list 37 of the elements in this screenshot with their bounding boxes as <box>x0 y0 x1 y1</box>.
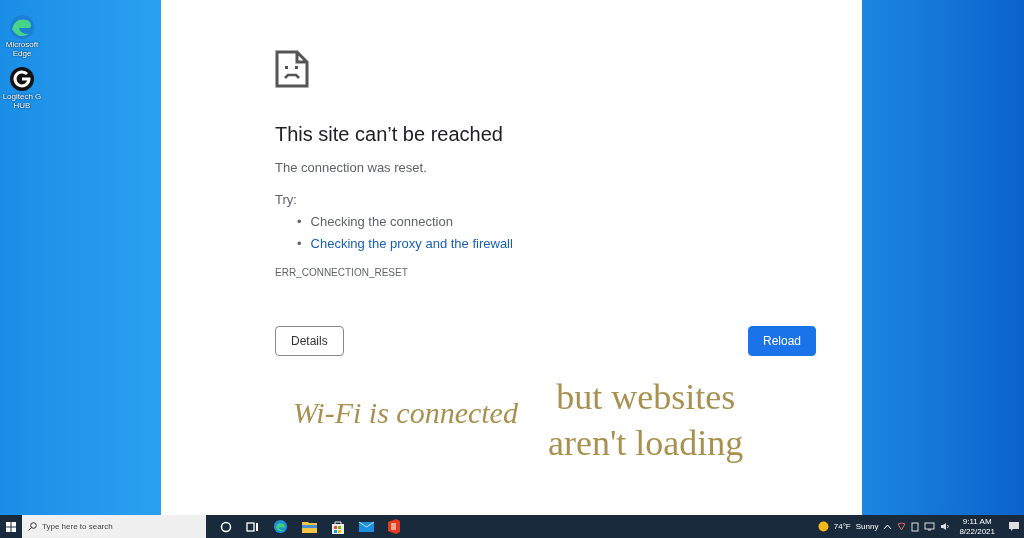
details-button[interactable]: Details <box>275 326 344 356</box>
browser-icon[interactable] <box>273 519 288 534</box>
sad-page-icon <box>275 50 309 88</box>
speaker-icon[interactable] <box>940 522 951 531</box>
shortcut-label: Microsoft Edge <box>4 40 40 58</box>
bullet: • <box>297 235 302 253</box>
chevron-up-icon[interactable] <box>883 523 893 530</box>
temperature-text: 74°F <box>833 522 851 531</box>
shortcut-label: Logitech G HUB <box>1 92 43 110</box>
error-heading: This site can’t be reached <box>275 122 504 147</box>
error-message: The connection was reset. <box>275 160 428 175</box>
suggestion-text: Checking the connection <box>310 213 453 231</box>
suggestion-link[interactable]: Checking the proxy and the firewall <box>310 233 513 255</box>
folder-icon[interactable] <box>302 520 317 533</box>
clock-time: 9:11 AM <box>962 516 992 527</box>
clock-date: 8/22/2021 <box>959 526 995 537</box>
caption-line: but websites <box>555 376 737 419</box>
envelope-icon[interactable] <box>359 520 374 533</box>
sun-icon[interactable] <box>817 521 829 532</box>
bullet: • <box>297 213 302 231</box>
monitor-icon[interactable] <box>924 522 936 531</box>
office-icon[interactable] <box>388 519 400 534</box>
circle-icon[interactable] <box>220 520 232 533</box>
search-field[interactable]: Type here to search <box>22 515 206 538</box>
shopping-bag-icon[interactable] <box>331 519 345 534</box>
try-label: Try: <box>275 192 298 207</box>
g-logo-shortcut-icon[interactable] <box>9 66 35 92</box>
caption-line: aren't loading <box>547 422 744 465</box>
reload-button[interactable]: Reload <box>747 326 816 356</box>
windows-start-icon[interactable] <box>6 521 16 532</box>
notification-icon[interactable] <box>1008 521 1020 532</box>
search-icon <box>28 522 37 531</box>
device-icon[interactable] <box>911 521 920 532</box>
error-code: ERR_CONNECTION_RESET <box>275 267 409 278</box>
caption-text: Wi-Fi is connected <box>293 396 518 430</box>
task-view-icon[interactable] <box>246 520 259 533</box>
weather-condition: Sunny <box>855 522 879 531</box>
